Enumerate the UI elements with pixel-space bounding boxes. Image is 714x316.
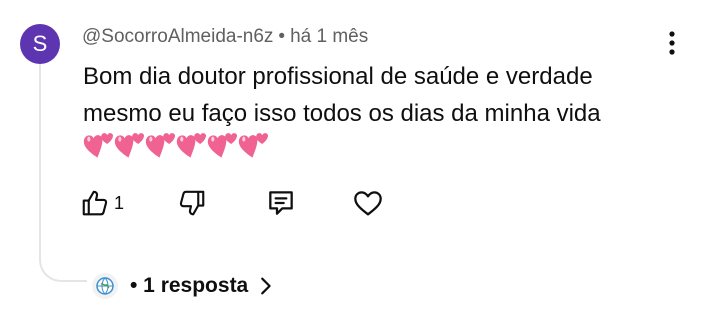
like-button[interactable]: 1 (80, 186, 124, 220)
chevron-right-icon (261, 277, 271, 295)
separator-dot: • (278, 26, 286, 47)
two-hearts-emoji-icon (207, 133, 238, 158)
more-options-button[interactable] (658, 26, 686, 60)
comment-text: Bom dia doutor profissional de saúde e v… (83, 58, 683, 132)
globe-logo-icon (96, 277, 114, 295)
emoji-row (83, 128, 269, 160)
comment-text-line: Bom dia doutor profissional de saúde e v… (83, 63, 593, 90)
two-hearts-emoji-icon (176, 133, 207, 158)
two-hearts-emoji-icon (114, 133, 145, 158)
like-count: 1 (114, 192, 125, 213)
reply-author-avatar (92, 273, 118, 299)
reply-thread-connector (39, 64, 87, 282)
reply-button[interactable] (265, 186, 297, 220)
two-hearts-emoji-icon (145, 133, 176, 158)
comment-icon (269, 191, 293, 215)
avatar[interactable]: S (20, 24, 60, 64)
comment-text-line: mesmo eu faço isso todos os dias da minh… (83, 100, 601, 127)
thumb-up-icon (82, 190, 108, 216)
heart-icon (354, 191, 382, 216)
two-hearts-emoji-icon (238, 133, 269, 158)
more-vertical-icon (669, 31, 675, 55)
avatar-letter: S (32, 31, 48, 56)
replies-count-label: • 1 resposta (130, 274, 249, 297)
comment-time[interactable]: há 1 mês (290, 26, 368, 47)
comment-header: @SocorroAlmeida-n6z • há 1 mês (82, 26, 368, 48)
author-name[interactable]: @SocorroAlmeida-n6z (82, 26, 273, 47)
view-replies-button[interactable]: • 1 resposta (92, 268, 276, 304)
heart-button[interactable] (352, 186, 384, 220)
two-hearts-emoji-icon (83, 133, 114, 158)
dislike-button[interactable] (177, 186, 207, 220)
thumb-down-icon (179, 190, 205, 216)
